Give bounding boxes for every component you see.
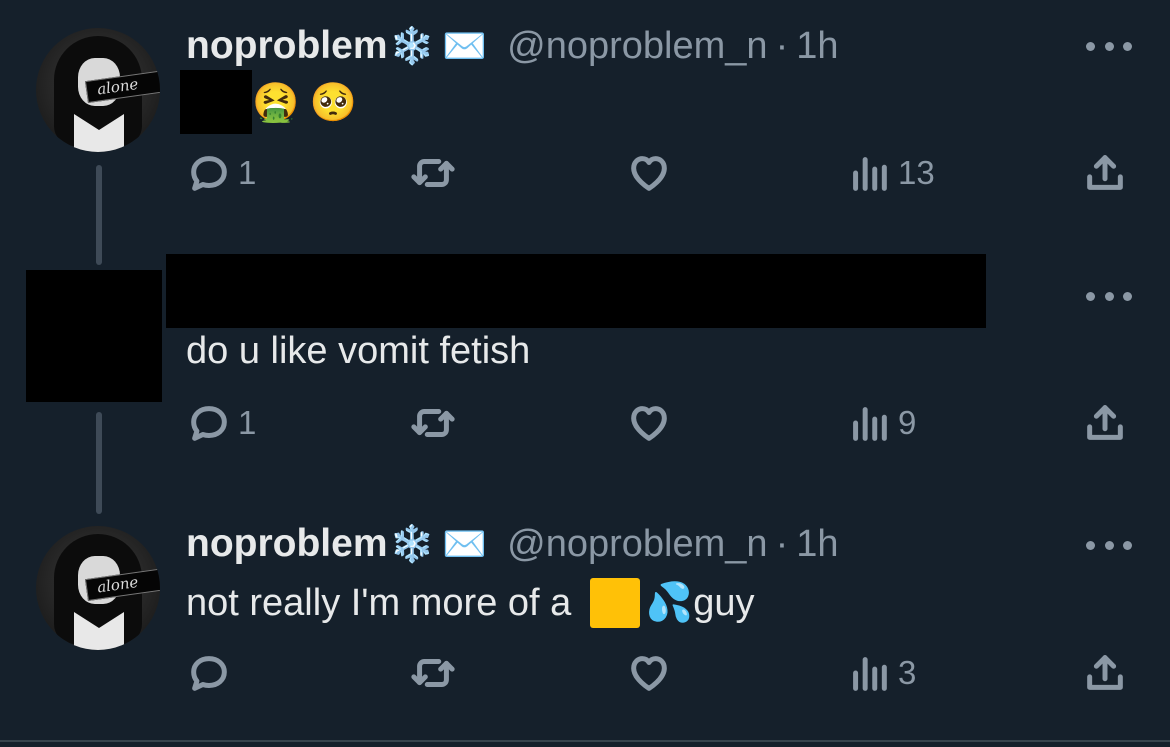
share-icon [1087, 405, 1123, 440]
views-icon [853, 657, 887, 691]
snowflake-icon: ❄️ [389, 25, 435, 66]
views-icon [853, 157, 887, 191]
action-bar: 1 13 [0, 150, 1170, 200]
reply-button[interactable]: 1 [186, 150, 256, 196]
share-button[interactable] [1082, 400, 1128, 446]
thread-line [96, 165, 102, 265]
like-button[interactable] [626, 650, 672, 696]
avatar[interactable]: alone [36, 526, 160, 650]
views-button[interactable]: 3 [846, 650, 916, 696]
handle[interactable]: @noproblem_n [507, 523, 767, 566]
reply-button[interactable]: 1 [186, 400, 256, 446]
reply-count: 1 [238, 154, 257, 191]
tweet-text-before: not really I'm more of a [186, 581, 582, 624]
retweet-button[interactable] [410, 150, 456, 196]
tweet-text-after: guy [693, 581, 755, 624]
separator: · [775, 522, 789, 565]
tweet-emojis: 🤮 🥺 [252, 82, 358, 124]
redacted-header [166, 254, 986, 328]
tweet-text: not really I'm more of a 💦 guy [186, 578, 754, 628]
snowflake-icon: ❄️ [389, 523, 435, 564]
like-button[interactable] [626, 400, 672, 446]
display-name[interactable]: noproblem [186, 522, 388, 566]
tweet-header: noproblem ❄️ ✉️ @noproblem_n · 1h [186, 522, 839, 566]
envelope-icon: ✉️ [442, 523, 488, 564]
views-count: 9 [898, 404, 917, 441]
share-icon [1087, 655, 1123, 690]
retweet-icon [411, 159, 455, 187]
divider [0, 740, 1170, 742]
tweet-text: 🤮 🥺 [252, 76, 357, 126]
retweet-icon [411, 659, 455, 687]
more-icon[interactable] [1086, 42, 1132, 51]
like-button[interactable] [626, 150, 672, 196]
avatar-text: alone [95, 74, 140, 99]
more-icon[interactable] [1086, 292, 1132, 301]
timestamp[interactable]: 1h [796, 523, 838, 566]
display-name[interactable]: noproblem [186, 24, 388, 68]
reply-count: 1 [238, 404, 257, 441]
redacted-avatar [26, 270, 162, 402]
views-button[interactable]: 13 [846, 150, 935, 196]
retweet-icon [411, 409, 455, 437]
reply-icon [191, 406, 227, 441]
views-count: 13 [898, 154, 935, 191]
share-button[interactable] [1082, 650, 1128, 696]
reply-button[interactable] [186, 650, 232, 696]
retweet-button[interactable] [410, 400, 456, 446]
timestamp[interactable]: 1h [796, 25, 838, 68]
tweet-header: noproblem ❄️ ✉️ @noproblem_n · 1h [186, 24, 839, 68]
avatar[interactable]: alone [36, 28, 160, 152]
action-bar: 1 9 [0, 400, 1170, 450]
separator: · [775, 24, 789, 67]
avatar-text: alone [95, 572, 140, 597]
reply-icon [191, 656, 227, 691]
sweat-droplets-icon: 💦 [645, 582, 694, 624]
views-button[interactable]: 9 [846, 400, 916, 446]
views-count: 3 [898, 654, 917, 691]
retweet-button[interactable] [410, 650, 456, 696]
like-icon [631, 156, 667, 191]
like-icon [631, 656, 667, 691]
envelope-icon: ✉️ [442, 25, 488, 66]
more-icon[interactable] [1086, 541, 1132, 550]
reply-icon [191, 156, 227, 191]
share-icon [1087, 155, 1123, 190]
action-bar: 3 [0, 650, 1170, 700]
yellow-square-icon [589, 578, 640, 628]
like-icon [631, 406, 667, 441]
redacted-block [180, 70, 252, 134]
views-icon [853, 407, 887, 441]
tweet-text: do u like vomit fetish [186, 330, 531, 372]
thread-line [96, 412, 102, 514]
share-button[interactable] [1082, 150, 1128, 196]
handle[interactable]: @noproblem_n [507, 25, 767, 68]
